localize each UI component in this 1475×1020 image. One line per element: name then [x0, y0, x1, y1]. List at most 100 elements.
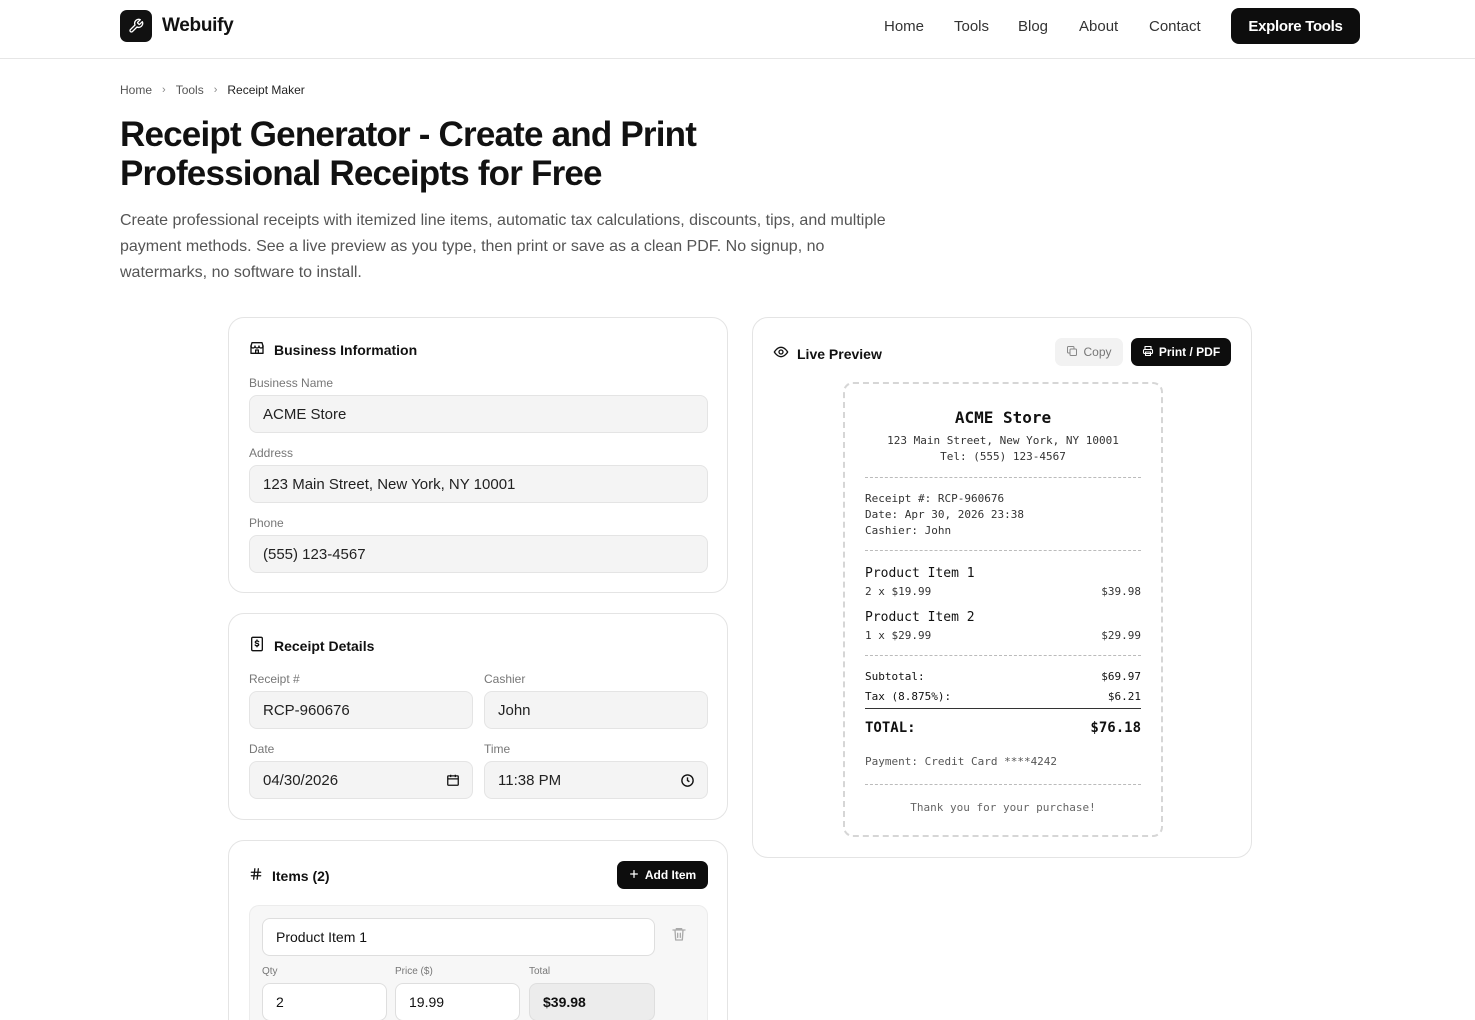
- page-title-line1: Receipt Generator - Create and Print: [120, 115, 697, 154]
- receipt-item-amount: $29.99: [1101, 629, 1141, 642]
- breadcrumb-home[interactable]: Home: [120, 83, 152, 97]
- price-value: 19.99: [409, 994, 445, 1010]
- nav-home[interactable]: Home: [884, 18, 924, 35]
- business-info-title: Business Information: [274, 341, 418, 358]
- items-card: Items (2) Add Item Product Item 1 Qty Pr…: [228, 840, 728, 1020]
- total-label: Total: [529, 966, 551, 977]
- trash-icon[interactable]: [671, 926, 687, 947]
- receipt-tax-label: Tax (8.875%):: [865, 690, 952, 703]
- receipt-thanks: Thank you for your purchase!: [910, 801, 1096, 814]
- item-name-value: Product Item 1: [276, 929, 368, 945]
- item-total-value: $39.98: [543, 994, 586, 1010]
- item-row: Product Item 1 Qty Price ($) Total 2 19.…: [249, 905, 708, 1020]
- add-item-button[interactable]: Add Item: [617, 861, 708, 889]
- store-icon: [249, 340, 265, 359]
- receipt-address: 123 Main Street, New York, NY 10001: [887, 434, 1119, 447]
- price-label: Price ($): [395, 966, 433, 977]
- date-label: Date: [249, 742, 275, 756]
- business-name-input[interactable]: ACME Store: [249, 395, 708, 433]
- receipt-details-card: Receipt Details Receipt # RCP-960676 Cas…: [228, 613, 728, 820]
- receipt-number-input[interactable]: RCP-960676: [249, 691, 473, 729]
- receipt-number-line: Receipt #: RCP-960676: [865, 492, 1005, 505]
- date-input[interactable]: 04/30/2026: [249, 761, 473, 799]
- copy-label: Copy: [1083, 345, 1112, 359]
- live-preview-title: Live Preview: [797, 345, 882, 362]
- business-info-card: Business Information Business Name ACME …: [228, 317, 728, 593]
- receipt-divider: [865, 784, 1141, 785]
- chevron-right-icon: ›: [213, 84, 218, 96]
- breadcrumb: Home › Tools › Receipt Maker: [120, 83, 305, 97]
- receipt-item-qty-price: 1 x $29.99: [865, 629, 932, 642]
- price-input[interactable]: 19.99: [395, 983, 520, 1020]
- receipt-tax-row: Tax (8.875%): $6.21: [865, 690, 1141, 703]
- address-input[interactable]: 123 Main Street, New York, NY 10001: [249, 465, 708, 503]
- nav-contact[interactable]: Contact: [1149, 18, 1201, 35]
- eye-icon: [773, 344, 789, 363]
- phone-value: (555) 123-4567: [263, 545, 366, 563]
- print-pdf-button[interactable]: Print / PDF: [1131, 338, 1231, 366]
- receipt-total-label: TOTAL:: [865, 720, 916, 736]
- receipt-details-header: Receipt Details: [249, 636, 374, 655]
- nav-about[interactable]: About: [1079, 18, 1118, 35]
- qty-input[interactable]: 2: [262, 983, 387, 1020]
- receipt-tel: Tel: (555) 123-4567: [940, 450, 1066, 463]
- receipt-preview: ACME Store 123 Main Street, New York, NY…: [843, 382, 1163, 837]
- nav-blog[interactable]: Blog: [1018, 18, 1048, 35]
- item-total-field: $39.98: [529, 983, 655, 1020]
- breadcrumb-current: Receipt Maker: [227, 83, 305, 97]
- copy-button[interactable]: Copy: [1055, 338, 1123, 366]
- date-value: 04/30/2026: [263, 771, 339, 789]
- live-preview-card: Live Preview Copy Print / PDF ACME Store…: [752, 317, 1252, 858]
- receipt-cashier-line: Cashier: John: [865, 524, 952, 537]
- receipt-divider: [865, 477, 1141, 478]
- hash-icon: [249, 867, 263, 884]
- items-header: Items (2): [249, 867, 330, 884]
- qty-label: Qty: [262, 966, 278, 977]
- receipt-item-amount: $39.98: [1101, 585, 1141, 598]
- receipt-total-divider: [865, 708, 1141, 709]
- receipt-payment-line: Payment: Credit Card ****4242: [865, 755, 1058, 768]
- receipt-store-name: ACME Store: [954, 408, 1052, 427]
- receipt-total-value: $76.18: [1090, 720, 1141, 736]
- breadcrumb-tools[interactable]: Tools: [176, 83, 204, 97]
- receipt-item-name: Product Item 1: [865, 566, 975, 581]
- cashier-label: Cashier: [484, 672, 526, 686]
- business-name-label: Business Name: [249, 376, 334, 390]
- receipt-item-qty-price: 2 x $19.99: [865, 585, 932, 598]
- printer-icon: [1142, 345, 1154, 360]
- add-item-label: Add Item: [644, 868, 697, 882]
- page-title-line2: Professional Receipts for Free: [120, 154, 603, 193]
- receipt-item-name: Product Item 2: [865, 610, 975, 625]
- business-name-value: ACME Store: [263, 405, 347, 423]
- print-pdf-label: Print / PDF: [1158, 345, 1221, 359]
- live-preview-header: Live Preview: [773, 344, 882, 363]
- cashier-input[interactable]: John: [484, 691, 708, 729]
- receipt-details-title: Receipt Details: [274, 637, 375, 654]
- receipt-divider: [865, 655, 1141, 656]
- page-title: Receipt Generator - Create and Print Pro…: [120, 115, 820, 193]
- receipt-item-line: 1 x $29.99 $29.99: [865, 629, 1141, 642]
- receipt-date-line: Date: Apr 30, 2026 23:38: [865, 508, 1024, 521]
- time-input[interactable]: 11:38 PM: [484, 761, 708, 799]
- page-description: Create professional receipts with itemiz…: [120, 212, 886, 281]
- brand-logo[interactable]: Webuify: [120, 10, 234, 42]
- clock-icon[interactable]: [680, 773, 695, 788]
- cashier-value: John: [498, 701, 531, 719]
- receipt-icon: [249, 636, 265, 655]
- phone-input[interactable]: (555) 123-4567: [249, 535, 708, 573]
- address-value: 123 Main Street, New York, NY 10001: [263, 475, 516, 493]
- explore-tools-button[interactable]: Explore Tools: [1231, 8, 1360, 44]
- top-navbar: Webuify Home Tools Blog About Contact Ex…: [0, 0, 1475, 59]
- receipt-total-row: TOTAL: $76.18: [865, 720, 1141, 736]
- receipt-number-label: Receipt #: [249, 672, 300, 686]
- phone-label: Phone: [249, 516, 284, 530]
- calendar-icon[interactable]: [446, 773, 460, 787]
- time-label: Time: [484, 742, 511, 756]
- receipt-subtotal-value: $69.97: [1101, 670, 1141, 683]
- brand-name: Webuify: [162, 15, 234, 36]
- item-name-input[interactable]: Product Item 1: [262, 918, 655, 956]
- receipt-tax-value: $6.21: [1107, 690, 1141, 703]
- nav-tools[interactable]: Tools: [954, 18, 989, 35]
- items-title: Items (2): [272, 867, 330, 884]
- address-label: Address: [249, 446, 294, 460]
